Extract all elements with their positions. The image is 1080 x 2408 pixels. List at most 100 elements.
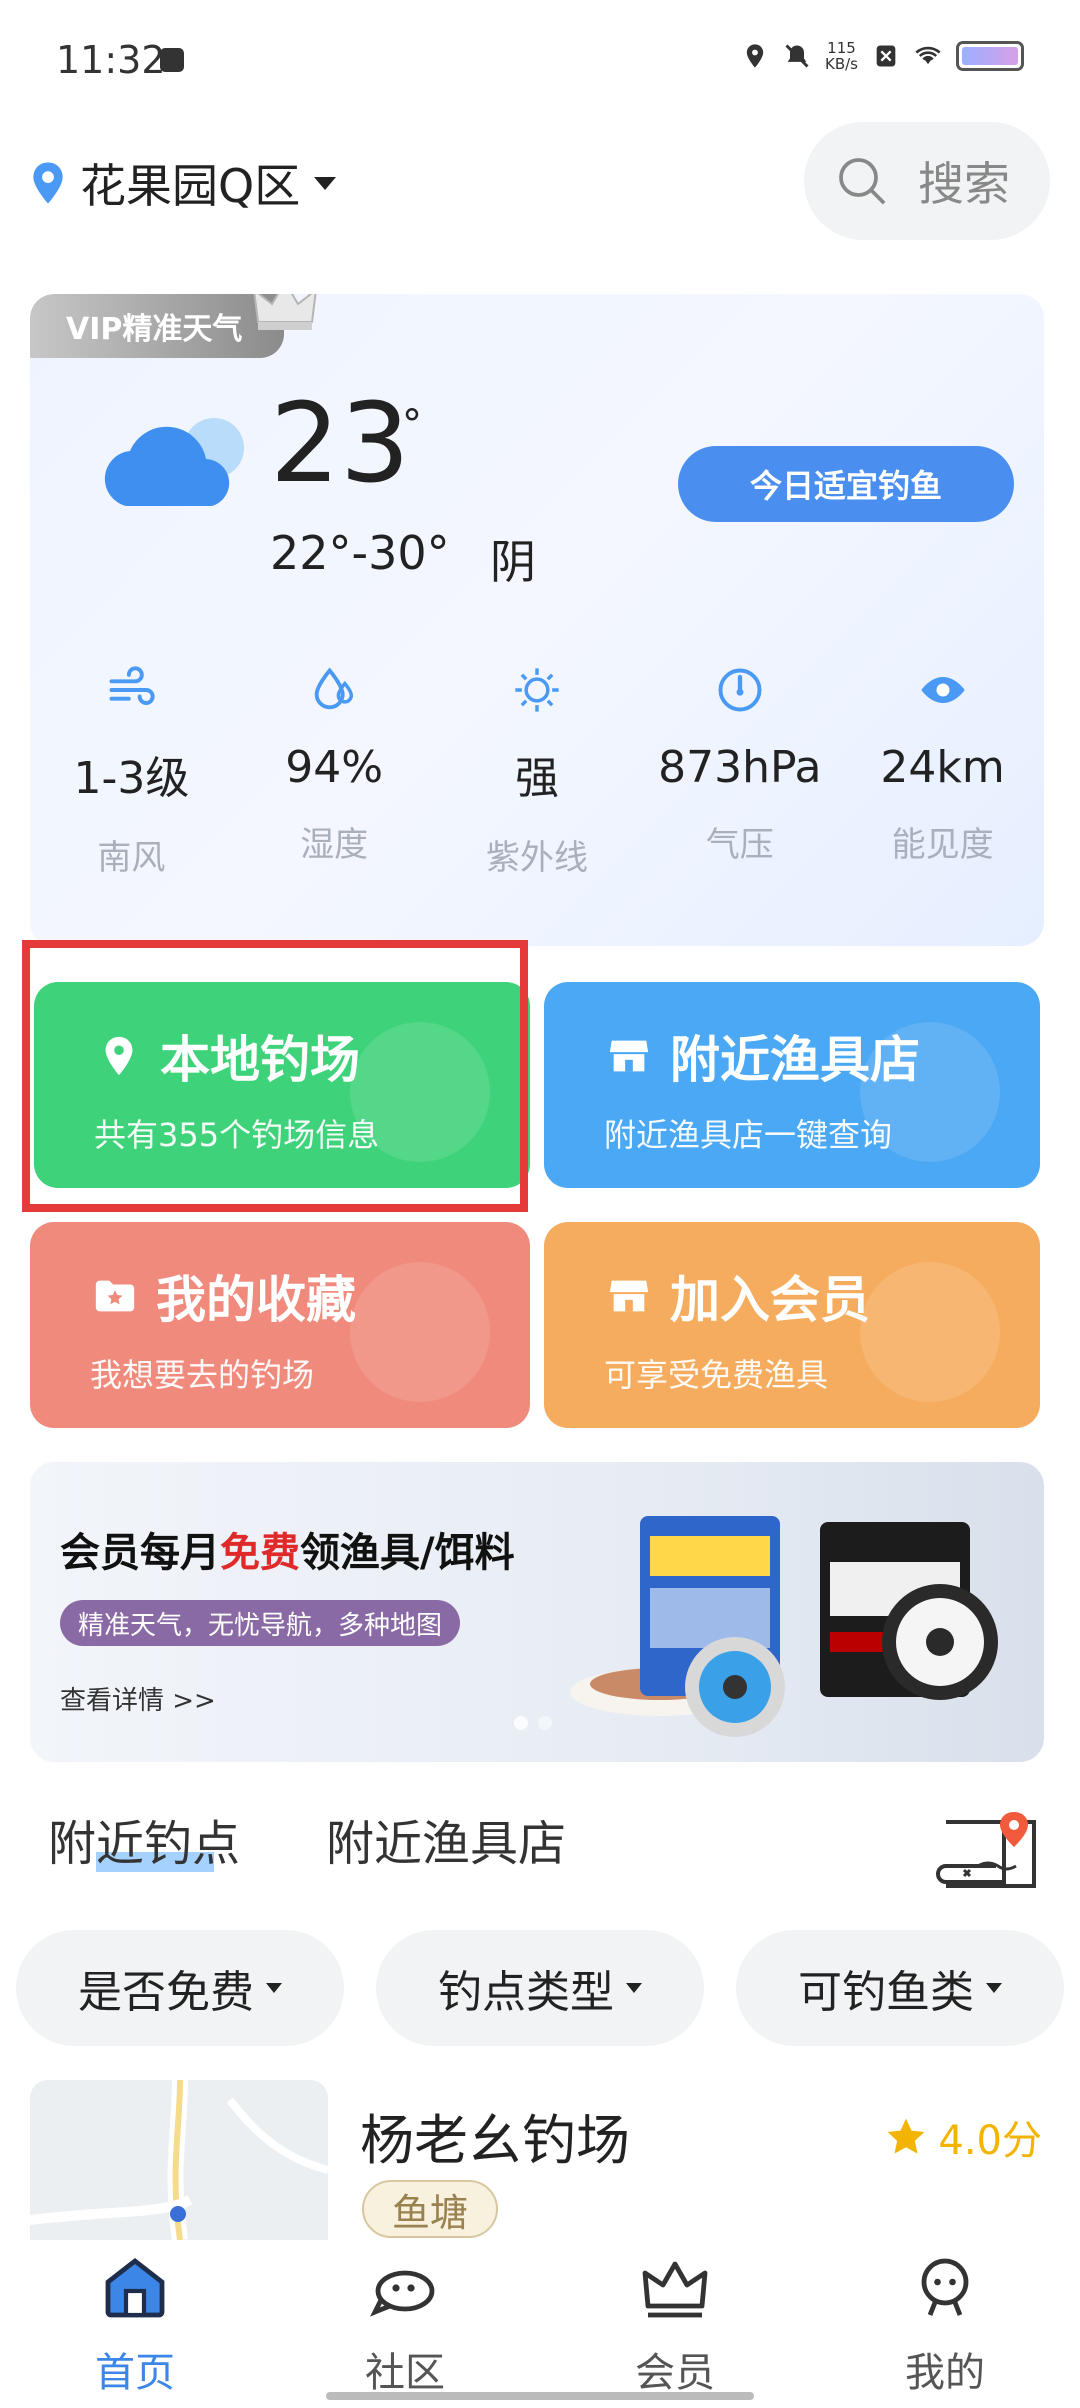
profile-icon [921, 2258, 969, 2316]
filter-spot-type-label: 钓点类型 [438, 1967, 614, 2018]
star-icon [888, 2118, 925, 2154]
wind-value: 1-3级 [73, 753, 190, 804]
humidity-icon [314, 667, 354, 710]
highlight-box [22, 940, 528, 1212]
pressure-label: 气压 [705, 825, 774, 865]
spot-map-thumbnail [30, 2080, 328, 2240]
spot-type-tag: 鱼塘 [362, 2180, 499, 2238]
status-icons: 115 KB/s [741, 40, 1024, 72]
tackle-store-subtitle: 附近渔具店一键查询 [604, 1116, 893, 1154]
community-icon [370, 2270, 435, 2317]
weather-stat-humidity: 94% 湿度 [233, 664, 436, 879]
product-image [570, 1516, 998, 1737]
membership-subtitle: 可享受免费渔具 [604, 1356, 829, 1394]
pressure-value: 873hPa [658, 742, 822, 793]
temperature-unit: ° [402, 402, 422, 448]
membership-title: 加入会员 [606, 1260, 870, 1332]
humidity-label: 湿度 [300, 825, 369, 865]
search-label: 搜索 [918, 157, 1010, 211]
favorite-folder-icon [95, 1280, 135, 1312]
weather-card[interactable]: VIP精准天气 23 ° 22°-30° 阴 今日适宜钓鱼 1-3级 南风 94… [30, 294, 1044, 946]
my-favorites-card[interactable]: 我的收藏 我想要去的钓场 [30, 1222, 530, 1428]
banner-tag: 精准天气，无忧导航，多种地图 [60, 1600, 461, 1646]
caret-down-icon [626, 1983, 642, 1993]
tab-nearby-stores[interactable]: 附近渔具店 [326, 1804, 566, 1874]
bottom-navigation: 首页 社区 会员 我的 [0, 2240, 1080, 2408]
location-name: 花果园Q区 [80, 159, 301, 213]
sim-icon [876, 45, 896, 67]
cloud-icon [104, 418, 244, 506]
banner-details-link[interactable]: 查看详情 >> [60, 1680, 216, 1717]
tackle-store-title-text: 附近渔具店 [670, 1031, 920, 1089]
home-icon [105, 2257, 165, 2318]
carousel-indicator [514, 1716, 552, 1730]
nearby-tackle-store-card[interactable]: 附近渔具店 附近渔具店一键查询 [544, 982, 1040, 1188]
wind-label: 南风 [97, 838, 166, 878]
tackle-store-title: 附近渔具店 [606, 1020, 920, 1092]
filter-spot-type[interactable]: 钓点类型 [376, 1930, 704, 2046]
uv-icon [515, 668, 559, 712]
favorites-title-text: 我的收藏 [156, 1271, 356, 1329]
weather-stat-uv: 强 紫外线 [436, 664, 639, 879]
nav-profile[interactable]: 我的 [810, 2240, 1080, 2408]
search-icon [839, 158, 886, 205]
chevron-down-icon [314, 176, 337, 190]
spot-rating: 4.0分 [884, 2108, 1042, 2166]
caret-down-icon [986, 1983, 1002, 1993]
notification-icon [160, 48, 184, 72]
filter-is-free-label: 是否免费 [78, 1967, 254, 2018]
promo-banner[interactable]: 会员每月免费领渔具/饵料 精准天气，无忧导航，多种地图 查看详情 >> [30, 1462, 1044, 1762]
membership-title-text: 加入会员 [670, 1271, 870, 1329]
weather-stat-wind: 1-3级 南风 [30, 664, 233, 879]
uv-value: 强 [514, 753, 559, 804]
nav-membership[interactable]: 会员 [540, 2240, 810, 2408]
weather-stat-visibility: 24km 能见度 [841, 664, 1044, 879]
location-pin-icon [33, 162, 63, 204]
temperature-range: 22°-30° [270, 526, 450, 580]
nav-community-label: 社区 [365, 2350, 445, 2396]
pressure-icon [718, 668, 762, 712]
join-membership-card[interactable]: 加入会员 可享受免费渔具 [544, 1222, 1040, 1428]
banner-title: 会员每月免费领渔具/饵料 [60, 1520, 515, 1578]
banner-title-highlight: 免费 [220, 1530, 300, 1576]
location-status-icon [746, 44, 764, 68]
favorites-title: 我的收藏 [92, 1260, 356, 1332]
nav-home-label: 首页 [95, 2350, 175, 2396]
tab-nearby-spots[interactable]: 附近钓点 [48, 1804, 240, 1874]
visibility-label: 能见度 [891, 825, 994, 865]
spot-name: 杨老幺钓场 [360, 2109, 630, 2172]
weather-stat-pressure: 873hPa 气压 [638, 664, 841, 879]
filter-is-free[interactable]: 是否免费 [16, 1930, 344, 2046]
search-button[interactable]: 搜索 [804, 122, 1050, 240]
status-bar: 11:32 115 KB/s [0, 0, 1080, 120]
nav-home[interactable]: 首页 [0, 2240, 270, 2408]
crown-icon [642, 2261, 708, 2318]
location-selector[interactable]: 花果园Q区 [30, 150, 337, 216]
banner-title-prefix: 会员每月 [60, 1530, 220, 1576]
nav-community[interactable]: 社区 [270, 2240, 540, 2408]
banner-title-suffix: 领渔具/饵料 [300, 1530, 515, 1576]
visibility-icon [920, 677, 965, 703]
fishing-suitable-button[interactable]: 今日适宜钓鱼 [678, 446, 1014, 522]
store-icon [609, 1040, 649, 1072]
mute-icon [785, 44, 809, 68]
battery-icon [956, 41, 1024, 71]
uv-label: 紫外线 [485, 838, 588, 878]
wifi-icon [915, 46, 941, 65]
humidity-value: 94% [285, 742, 384, 793]
status-time: 11:32 [56, 38, 166, 82]
filter-fish-species[interactable]: 可钓鱼类 [736, 1930, 1064, 2046]
store-icon [609, 1280, 649, 1312]
home-indicator[interactable] [326, 2392, 754, 2400]
list-item[interactable]: 杨老幺钓场 鱼塘 4.0分 [0, 2080, 1080, 2240]
nav-membership-label: 会员 [635, 2350, 715, 2396]
weather-stats: 1-3级 南风 94% 湿度 强 紫外线 873hPa 气压 24km 能见度 [30, 664, 1044, 879]
nav-profile-label: 我的 [905, 2350, 985, 2396]
vip-weather-badge: VIP精准天气 [30, 294, 284, 358]
net-speed-unit: KB/s [825, 55, 858, 73]
crown-icon [253, 294, 317, 330]
network-speed: 115 KB/s [825, 40, 858, 72]
caret-down-icon [266, 1983, 282, 1993]
favorites-subtitle: 我想要去的钓场 [90, 1356, 315, 1394]
map-icon[interactable] [934, 1808, 1042, 1896]
